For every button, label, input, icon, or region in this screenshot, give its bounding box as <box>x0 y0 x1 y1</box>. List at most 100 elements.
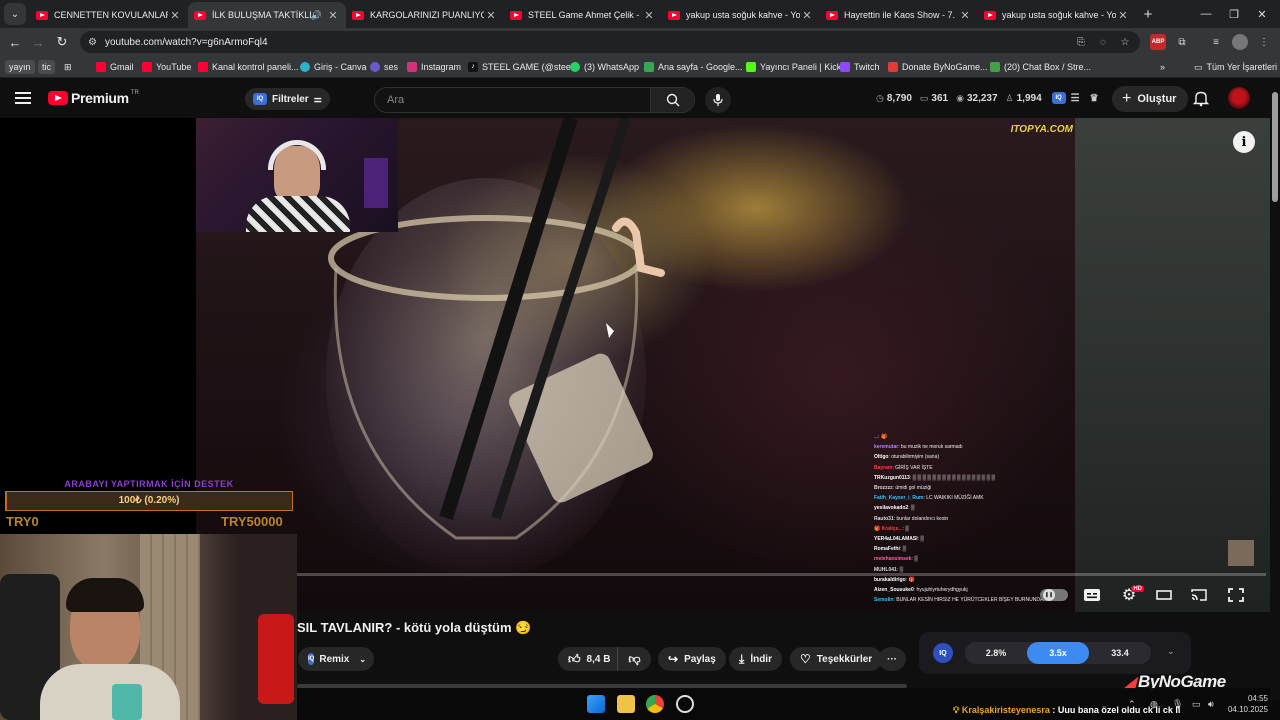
system-clock[interactable]: 04:55 04.10.2025 <box>1220 693 1268 715</box>
close-tab-icon[interactable]: ✕ <box>642 9 656 22</box>
tray-monitor-icon[interactable]: ▭ <box>1192 699 1201 710</box>
bookmark-gmail[interactable]: Gmail <box>96 60 134 74</box>
bookmarks-overflow-button[interactable]: » <box>1160 60 1165 74</box>
account-avatar[interactable] <box>1228 87 1250 109</box>
close-window-button[interactable]: ✕ <box>1244 0 1280 28</box>
iq-metric-score[interactable]: 33.4 <box>1089 642 1151 664</box>
browser-menu-icon[interactable]: ⋮ <box>1256 34 1272 50</box>
autoplay-toggle[interactable] <box>1040 589 1068 601</box>
fullscreen-icon[interactable] <box>1225 585 1247 605</box>
tab-search-button[interactable]: ⌄ <box>4 3 26 25</box>
bookmark-instagram[interactable]: Instagram <box>407 60 461 74</box>
subtitles-cc-icon[interactable] <box>1081 585 1103 605</box>
search-icon <box>666 93 679 107</box>
chrome-icon[interactable] <box>646 695 664 713</box>
bookmark-twitch[interactable]: Twitch <box>840 60 880 74</box>
notifications-bell-icon[interactable] <box>1192 89 1210 107</box>
menu-hamburger-icon[interactable] <box>14 89 32 107</box>
close-tab-icon[interactable]: ✕ <box>800 9 814 22</box>
install-app-icon[interactable]: ⎘ <box>1072 31 1090 53</box>
search-button[interactable] <box>650 88 694 112</box>
video-progress-bar[interactable] <box>296 573 1266 576</box>
youtube-premium-logo[interactable]: Premium TR <box>48 90 139 106</box>
chevron-down-icon[interactable]: ⌄ <box>1167 646 1175 657</box>
bookmark-bynogame[interactable]: Donate ByNoGame... <box>888 60 988 74</box>
bookmark-kanal-kontrol[interactable]: Kanal kontrol paneli... <box>198 60 299 74</box>
windows-start-icon[interactable] <box>587 695 605 713</box>
filters-button[interactable]: IQ Filtreler ⚌ <box>245 88 330 110</box>
file-explorer-icon[interactable] <box>617 695 635 713</box>
bookmark-folder-yayin[interactable]: yayın <box>5 60 35 74</box>
thanks-button[interactable]: ♡ Teşekkürler <box>790 647 883 671</box>
browser-tab[interactable]: Hayrettin ile Kaos Show - 7. Bö ✕ <box>820 2 978 28</box>
settings-gear-icon[interactable]: ⚙ HD <box>1118 585 1144 605</box>
tray-volume-icon[interactable]: 🔊︎ <box>1208 699 1214 710</box>
bookmark-ses[interactable]: ses <box>370 60 398 74</box>
close-tab-icon[interactable]: ✕ <box>326 9 340 22</box>
apps-grid-icon[interactable]: ⊞ <box>64 60 72 74</box>
close-tab-icon[interactable]: ✕ <box>958 9 972 22</box>
like-button[interactable]: 👍︎ 8,4 B <box>558 647 619 671</box>
create-button[interactable]: + Oluştur <box>1112 86 1189 112</box>
iq-metric-multiplier[interactable]: 3.5x <box>1027 642 1089 664</box>
iq-extension-icon: IQ <box>308 653 315 665</box>
bookmark-kick[interactable]: Yayıncı Paneli | Kick <box>746 60 841 74</box>
list-icon[interactable]: ☰ <box>1071 93 1080 104</box>
browser-tab-active[interactable]: İLK BULUŞMA TAKTİKLERİ, K 🔊 ✕ <box>188 2 346 28</box>
dislike-button[interactable]: 👎︎ <box>617 647 651 671</box>
reload-icon[interactable]: ↻ <box>52 32 72 52</box>
chat-username: Fatih_Kayser_i_Rum <box>874 495 924 502</box>
profile-avatar[interactable] <box>1232 34 1248 50</box>
bookmark-google-drive[interactable]: Ana sayfa - Google... <box>644 60 743 74</box>
browser-tab[interactable]: STEEL Game Ahmet Çelik - You ✕ <box>504 2 662 28</box>
browser-tab[interactable]: CENNETTEN KOVULANLAR - Yo ✕ <box>30 2 188 28</box>
bookmark-tiktok[interactable]: ♪ STEEL GAME (@stee... <box>468 60 578 74</box>
eye-off-icon[interactable]: ◌ <box>1094 31 1112 53</box>
forward-arrow-icon[interactable]: → <box>28 32 48 52</box>
bookmark-whatsapp[interactable]: (3) WhatsApp <box>570 60 639 74</box>
channel-watermark-thumbnail[interactable] <box>1228 540 1254 566</box>
site-info-icon[interactable]: ⚙ <box>88 37 97 48</box>
bookmark-canva[interactable]: Giriş - Canva <box>300 60 367 74</box>
webcam-person-hair <box>66 578 144 612</box>
share-button[interactable]: ↪ Paylaş <box>658 647 726 671</box>
tray-chevron-icon[interactable]: ⌃ <box>1128 699 1136 710</box>
chat-username: Rauto31 <box>874 515 894 522</box>
webcam-hoodie <box>246 196 350 232</box>
page-scrollbar[interactable] <box>1270 80 1280 700</box>
tray-mic-icon[interactable]: 🎙︎ <box>1172 699 1183 710</box>
all-bookmarks-folder[interactable]: ▭ Tüm Yer İşaretleri <box>1194 60 1277 74</box>
close-tab-icon[interactable]: ✕ <box>484 9 498 22</box>
bookmark-star-icon[interactable]: ☆ <box>1116 31 1134 53</box>
search-input[interactable] <box>375 88 650 112</box>
extensions-puzzle-icon[interactable]: ⧉ <box>1174 34 1190 50</box>
close-tab-icon[interactable]: ✕ <box>1116 9 1130 22</box>
bookmark-chatbox[interactable]: (20) Chat Box / Stre... <box>990 60 1091 74</box>
remix-button[interactable]: IQ Remix ⌄ <box>298 647 374 671</box>
new-tab-button[interactable]: + <box>1136 2 1160 26</box>
trophy-icon[interactable]: ♛ <box>1090 93 1099 104</box>
voice-search-button[interactable] <box>705 87 731 113</box>
download-button[interactable]: ⤓ İndir <box>729 647 782 671</box>
info-icon[interactable]: i <box>1233 131 1255 153</box>
bookmark-folder-tic[interactable]: tic <box>38 60 55 74</box>
close-tab-icon[interactable]: ✕ <box>168 9 182 22</box>
theater-mode-icon[interactable] <box>1153 585 1175 605</box>
cast-icon[interactable] <box>1188 585 1210 605</box>
address-bar[interactable]: ⚙ youtube.com/watch?v=g6nArmoFql4 ⎘ ◌ ☆ <box>80 31 1140 53</box>
back-arrow-icon[interactable]: ← <box>5 32 25 52</box>
adblock-extension-icon[interactable]: ABP <box>1150 34 1166 50</box>
scrollbar-thumb[interactable] <box>1272 92 1278 202</box>
tray-app-icon[interactable]: ◍ <box>1150 699 1158 710</box>
iq-extension-icon[interactable]: IQ <box>1051 92 1066 104</box>
bookmark-youtube[interactable]: YouTube <box>142 60 191 74</box>
browser-tab[interactable]: yakup usta soğuk kahve - YouT ✕ <box>662 2 820 28</box>
more-actions-button[interactable]: ··· <box>878 647 906 671</box>
reading-list-icon[interactable]: ≡ <box>1208 34 1224 50</box>
browser-tab[interactable]: yakup usta soğuk kahve - YouT ✕ <box>978 2 1136 28</box>
obs-icon[interactable] <box>676 695 694 713</box>
browser-tab[interactable]: KARGOLARINIZI PUANLIYORUM ✕ <box>346 2 504 28</box>
whatsapp-favicon <box>570 62 580 72</box>
iq-metric-ctr[interactable]: 2.8% <box>965 642 1027 664</box>
speaker-icon[interactable]: 🔊 <box>311 10 322 21</box>
